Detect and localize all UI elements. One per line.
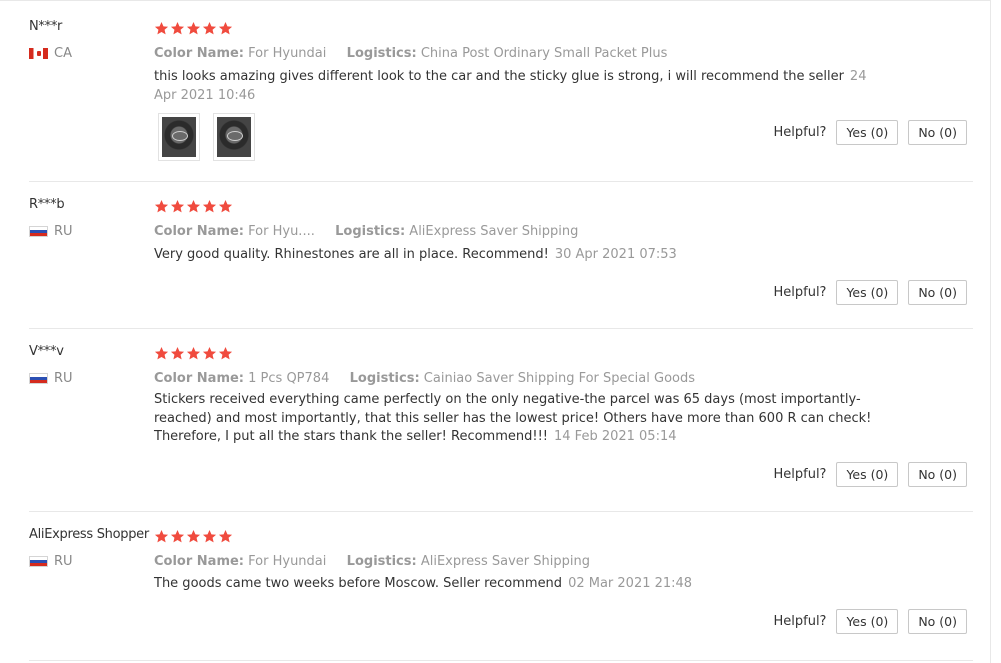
country-code: RU: [54, 553, 73, 569]
color-name-value: For Hyundai: [248, 554, 327, 569]
review-item: AliExpress Shopper RU Color Name: For Hy…: [29, 527, 973, 661]
star-icon: [170, 529, 185, 544]
star-icon: [154, 529, 169, 544]
star-icon: [202, 199, 217, 214]
review-photo-thumbnail[interactable]: [213, 113, 255, 161]
review-text-block: Very good quality. Rhinestones are all i…: [154, 246, 874, 265]
reviewer-name: V***v: [29, 344, 64, 359]
reviewer-country: CA: [29, 45, 72, 61]
star-icon: [154, 346, 169, 361]
star-icon: [218, 346, 233, 361]
color-name-label: Color Name:: [154, 371, 245, 386]
star-icon: [154, 199, 169, 214]
star-rating: [154, 21, 233, 36]
review-text: this looks amazing gives different look …: [154, 69, 844, 84]
star-icon: [186, 529, 201, 544]
star-icon: [170, 346, 185, 361]
reviewer-name: R***b: [29, 197, 65, 212]
canada-flag-icon: [29, 47, 48, 59]
review-text: The goods came two weeks before Moscow. …: [154, 576, 563, 591]
review-text-block: The goods came two weeks before Moscow. …: [154, 575, 874, 594]
helpful-yes-button[interactable]: Yes (0): [836, 280, 899, 305]
helpful-votes: Helpful? Yes (0) No (0): [773, 462, 967, 487]
helpful-no-button[interactable]: No (0): [908, 609, 967, 634]
star-rating: [154, 199, 233, 214]
logistics-value: AliExpress Saver Shipping: [409, 224, 579, 239]
helpful-votes: Helpful? Yes (0) No (0): [773, 120, 967, 145]
helpful-yes-button[interactable]: Yes (0): [836, 120, 899, 145]
star-icon: [186, 199, 201, 214]
review-meta: Color Name: For Hyu.... Logistics: AliEx…: [154, 224, 578, 239]
review-photo-thumbnail[interactable]: [158, 113, 200, 161]
reviewer-country: RU: [29, 370, 73, 386]
review-text: Stickers received everything came perfec…: [154, 392, 872, 444]
star-icon: [218, 529, 233, 544]
reviewer-name: AliExpress Shopper: [29, 527, 149, 542]
color-name-label: Color Name:: [154, 46, 245, 61]
logistics-value: AliExpress Saver Shipping: [420, 554, 590, 569]
color-name-label: Color Name:: [154, 224, 245, 239]
russia-flag-icon: [29, 225, 48, 237]
helpful-label: Helpful?: [773, 285, 827, 300]
color-name-value: For Hyundai: [248, 46, 327, 61]
country-code: RU: [54, 223, 73, 239]
review-meta: Color Name: For Hyundai Logistics: AliEx…: [154, 554, 590, 569]
star-icon: [218, 21, 233, 36]
color-name-value: For Hyu....: [248, 224, 315, 239]
helpful-label: Helpful?: [773, 125, 827, 140]
helpful-no-button[interactable]: No (0): [908, 462, 967, 487]
star-icon: [202, 21, 217, 36]
star-icon: [186, 346, 201, 361]
star-rating: [154, 346, 233, 361]
logistics-value: China Post Ordinary Small Packet Plus: [420, 46, 668, 61]
color-name-label: Color Name:: [154, 554, 245, 569]
star-icon: [170, 21, 185, 36]
review-list: N***r CA Color Name: For Hyundai Logisti…: [0, 0, 991, 663]
review-date: 02 Mar 2021 21:48: [568, 576, 693, 591]
helpful-no-button[interactable]: No (0): [908, 120, 967, 145]
review-item: V***v RU Color Name: 1 Pcs QP784 Logisti…: [29, 344, 973, 512]
review-meta: Color Name: 1 Pcs QP784 Logistics: Caini…: [154, 371, 695, 386]
reviewer-country: RU: [29, 223, 73, 239]
color-name-value: 1 Pcs QP784: [248, 371, 330, 386]
country-code: CA: [54, 45, 72, 61]
star-icon: [154, 21, 169, 36]
star-icon: [202, 346, 217, 361]
star-rating: [154, 529, 233, 544]
country-code: RU: [54, 370, 73, 386]
star-icon: [170, 199, 185, 214]
review-photos: [158, 113, 255, 161]
logistics-label: Logistics:: [346, 46, 417, 61]
review-text-block: this looks amazing gives different look …: [154, 68, 874, 105]
review-text-block: Stickers received everything came perfec…: [154, 391, 874, 447]
russia-flag-icon: [29, 372, 48, 384]
helpful-label: Helpful?: [773, 614, 827, 629]
helpful-label: Helpful?: [773, 467, 827, 482]
logistics-label: Logistics:: [346, 554, 417, 569]
review-meta: Color Name: For Hyundai Logistics: China…: [154, 46, 667, 61]
logistics-value: Cainiao Saver Shipping For Special Goods: [423, 371, 696, 386]
logistics-label: Logistics:: [335, 224, 406, 239]
helpful-yes-button[interactable]: Yes (0): [836, 462, 899, 487]
review-date: 14 Feb 2021 05:14: [554, 429, 677, 444]
helpful-no-button[interactable]: No (0): [908, 280, 967, 305]
helpful-votes: Helpful? Yes (0) No (0): [773, 280, 967, 305]
helpful-yes-button[interactable]: Yes (0): [836, 609, 899, 634]
reviewer-country: RU: [29, 553, 73, 569]
reviewer-name: N***r: [29, 19, 63, 34]
helpful-votes: Helpful? Yes (0) No (0): [773, 609, 967, 634]
review-date: 30 Apr 2021 07:53: [554, 247, 677, 262]
review-text: Very good quality. Rhinestones are all i…: [154, 247, 549, 262]
russia-flag-icon: [29, 555, 48, 567]
review-item: R***b RU Color Name: For Hyu.... Logisti…: [29, 197, 973, 329]
star-icon: [186, 21, 201, 36]
logistics-label: Logistics:: [349, 371, 420, 386]
star-icon: [202, 529, 217, 544]
star-icon: [218, 199, 233, 214]
review-item: N***r CA Color Name: For Hyundai Logisti…: [29, 19, 973, 182]
